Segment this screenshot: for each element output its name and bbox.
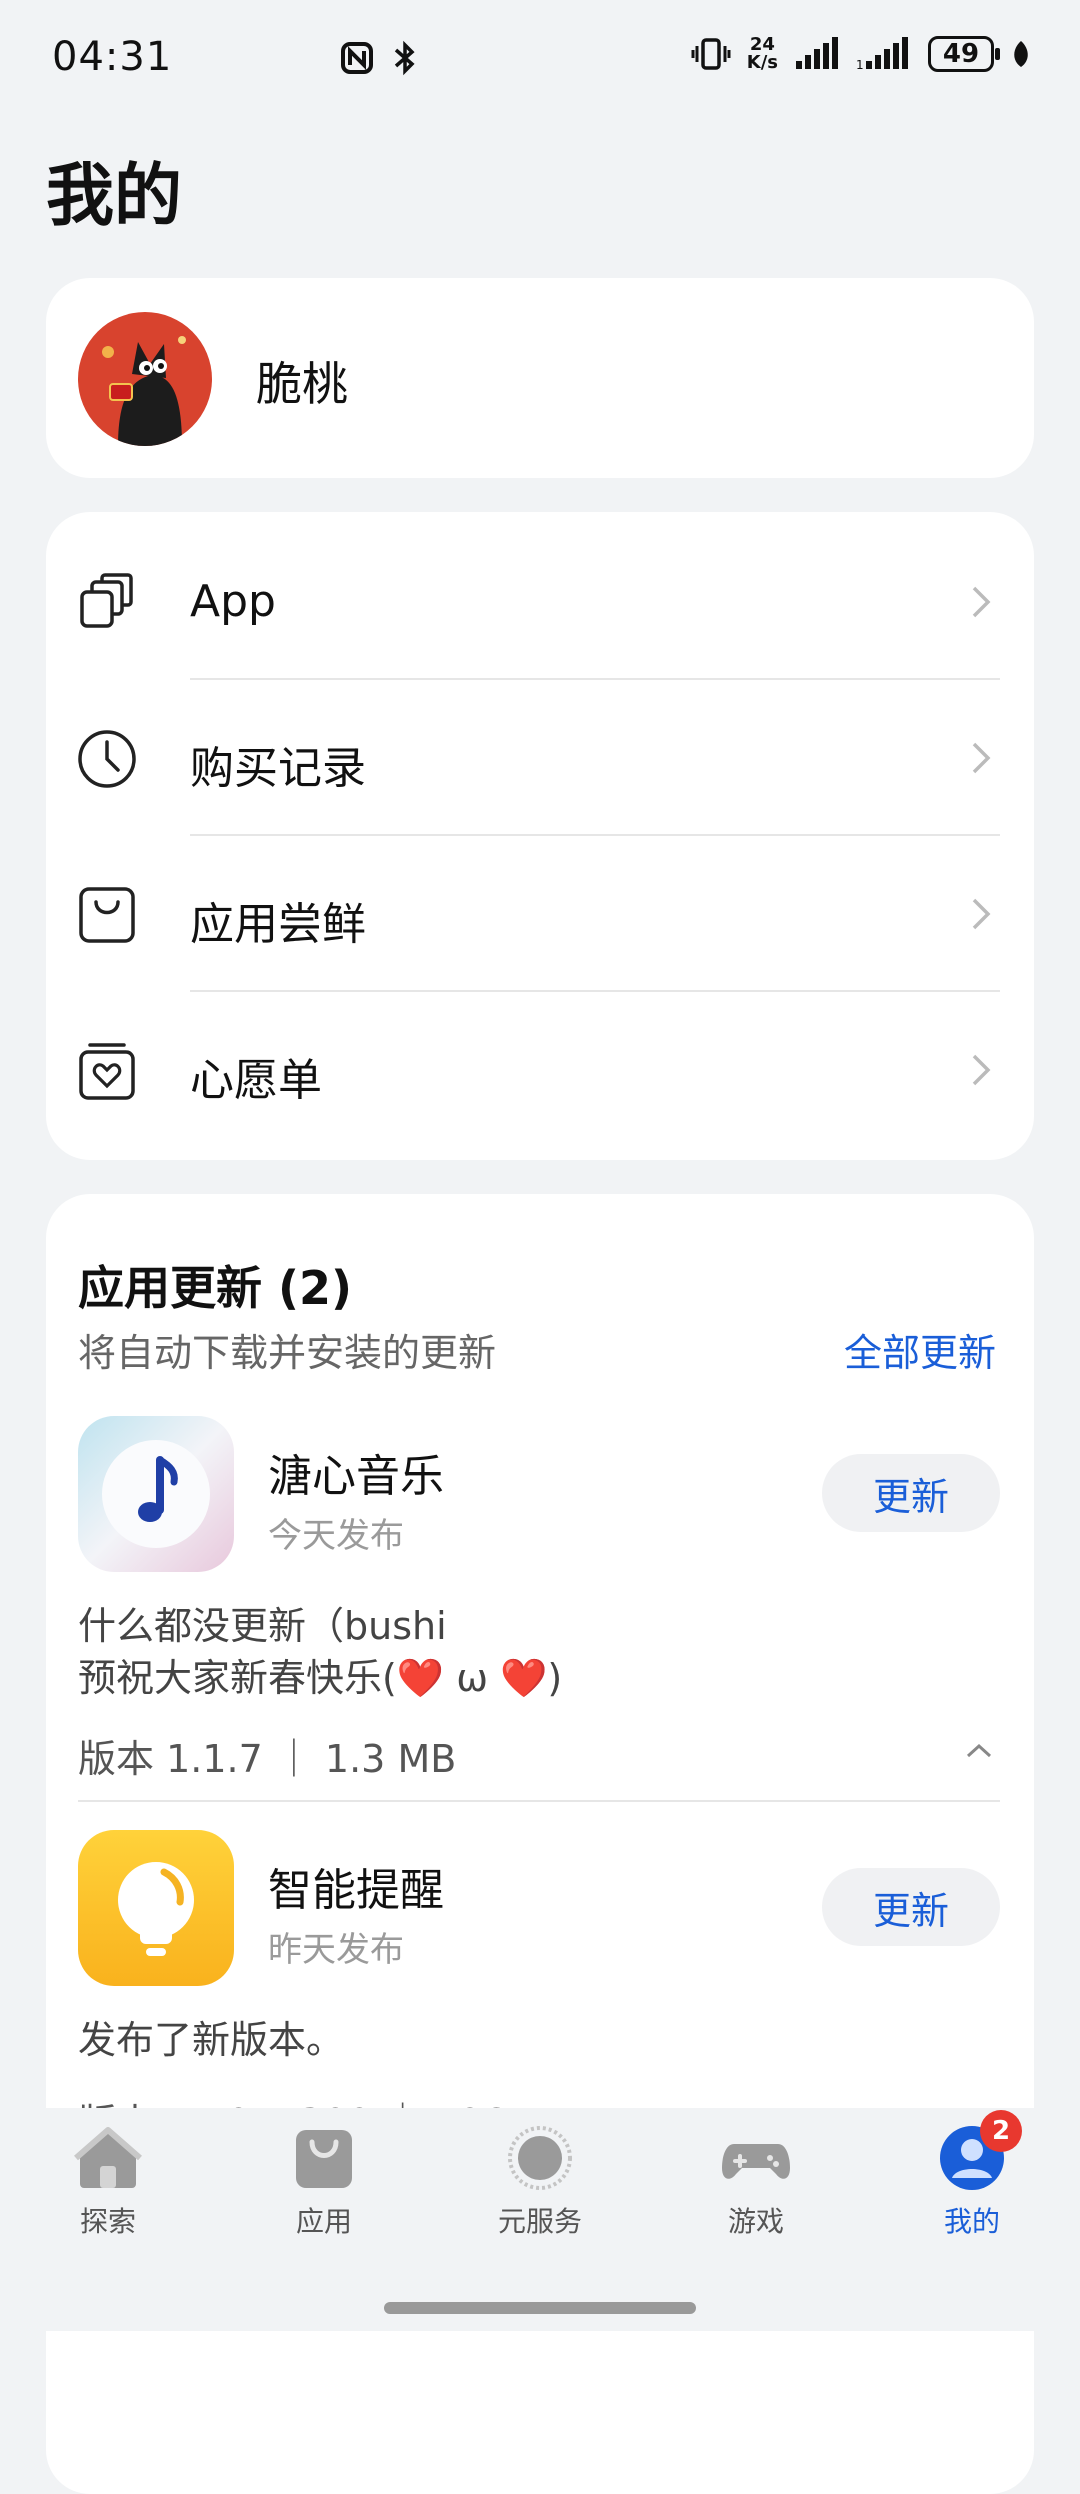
- app-name: 溏心音乐: [268, 1451, 444, 1502]
- nav-apps[interactable]: 应用: [254, 2122, 394, 2240]
- reminder-app-icon[interactable]: [78, 1830, 234, 1986]
- bluetooth-icon: [394, 40, 415, 76]
- version-info: 版本 1.1.7 ｜ 1.3 MB: [78, 1737, 457, 1781]
- status-time: 04:31: [52, 34, 173, 80]
- app-name: 智能提醒: [268, 1865, 444, 1916]
- menu-label: 心愿单: [190, 1055, 322, 1106]
- nav-games[interactable]: 游戏: [686, 2122, 826, 2240]
- leaf-icon: [1014, 41, 1028, 67]
- app-release-date: 今天发布: [268, 1516, 404, 1556]
- page-title: 我的: [46, 157, 183, 236]
- net-speed: 24 K/s: [746, 34, 778, 73]
- clock-icon: [78, 730, 136, 788]
- menu-label: 购买记录: [190, 743, 366, 794]
- gamepad-icon: [722, 2144, 790, 2179]
- nav-mine[interactable]: 2 我的: [902, 2110, 1042, 2240]
- chevron-up-icon[interactable]: [964, 1736, 994, 1766]
- battery-indicator: 49: [928, 36, 1000, 72]
- update-button[interactable]: 更新: [822, 1454, 1000, 1532]
- menu-label: 应用尝鲜: [190, 899, 366, 950]
- status-bar: 04:31 24 K/s 1 49: [0, 0, 1080, 120]
- app-release-date: 昨天发布: [268, 1930, 404, 1970]
- apps-stack-icon: [80, 573, 133, 628]
- shopping-bag-icon: [296, 2130, 352, 2188]
- chevron-right-icon: [972, 898, 991, 930]
- profile-name: 脆桃: [256, 357, 348, 411]
- chevron-right-icon: [972, 1054, 991, 1086]
- nfc-icon: [341, 42, 373, 74]
- avatar[interactable]: [78, 312, 212, 446]
- vibrate-icon: [691, 38, 731, 70]
- updates-subtitle: 将自动下载并安装的更新: [78, 1331, 497, 1375]
- svg-text:1: 1: [856, 58, 864, 71]
- service-ring-icon: [508, 2126, 572, 2190]
- home-indicator[interactable]: [384, 2302, 696, 2314]
- nav-explore[interactable]: 探索: [38, 2122, 178, 2240]
- heart-box-icon: [79, 1043, 135, 1100]
- bottom-nav: 探索 应用 元服务 游戏 2 我的: [0, 2108, 1080, 2331]
- chevron-right-icon: [972, 586, 991, 618]
- menu-item-wishlist[interactable]: 心愿单: [46, 992, 1034, 1148]
- nav-atomic-services[interactable]: 元服务: [470, 2122, 610, 2240]
- release-notes: 发布了新版本。: [78, 2018, 345, 2062]
- menu-item-app[interactable]: App: [46, 524, 1034, 680]
- chevron-right-icon: [972, 742, 991, 774]
- menu-item-purchase-history[interactable]: 购买记录: [46, 680, 1034, 836]
- release-notes: 什么都没更新（bushi 预祝大家新春快乐(❤️ ω ❤️): [78, 1604, 563, 1700]
- notification-badge: 2: [980, 2110, 1022, 2152]
- menu-card: App 购买记录 应用尝鲜 心愿单: [46, 512, 1034, 1160]
- update-all-button[interactable]: 全部更新: [844, 1322, 996, 1377]
- updates-title: 应用更新 (2): [78, 1261, 353, 1315]
- shopping-bag-icon: [79, 887, 135, 943]
- home-icon: [74, 2127, 142, 2188]
- menu-label: App: [190, 576, 276, 627]
- menu-item-app-trial[interactable]: 应用尝鲜: [46, 836, 1034, 992]
- music-app-icon[interactable]: [78, 1416, 234, 1572]
- profile-card[interactable]: 脆桃: [46, 278, 1034, 478]
- signal-icon: [796, 37, 838, 69]
- update-button[interactable]: 更新: [822, 1868, 1000, 1946]
- signal-2-icon: 1: [856, 37, 908, 71]
